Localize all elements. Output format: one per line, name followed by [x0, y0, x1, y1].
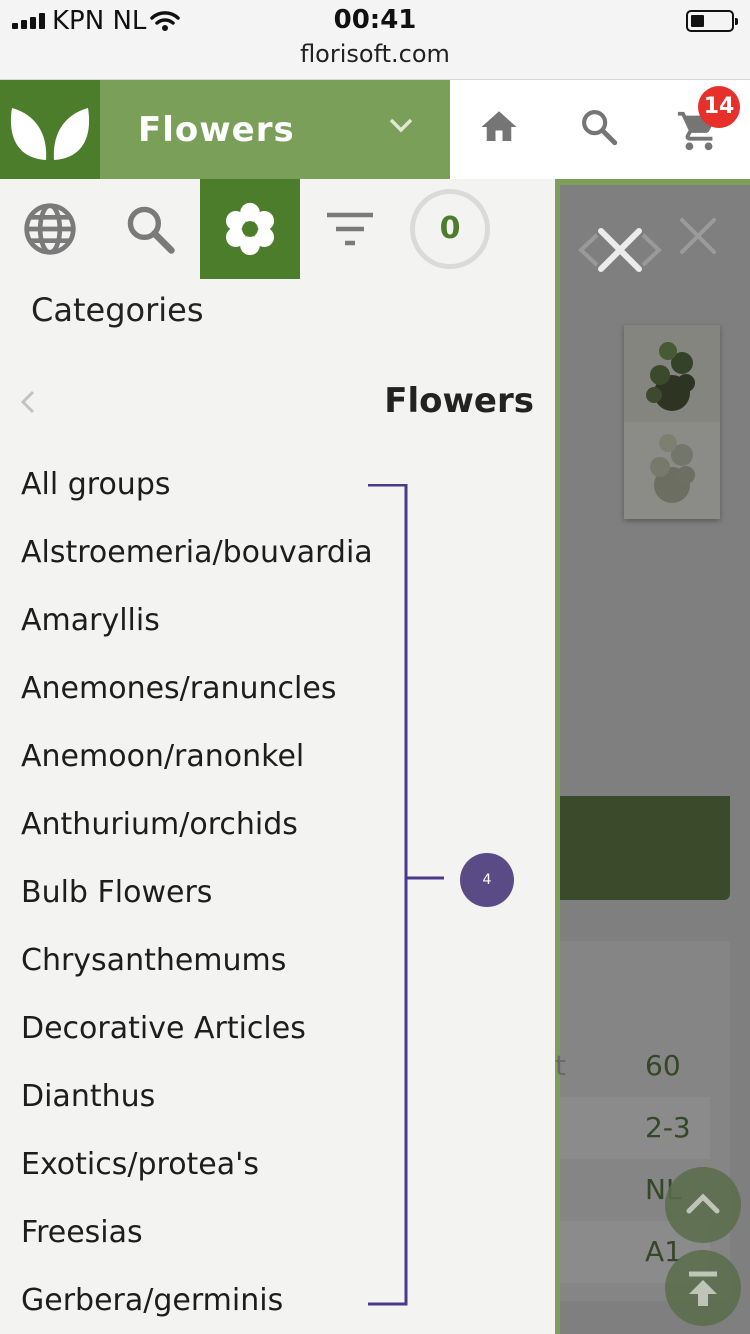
- status-bar: KPN NL 00:41 florisoft.com: [0, 0, 750, 80]
- category-dropdown[interactable]: Flowers: [100, 80, 450, 179]
- app-header: Flowers: [0, 80, 750, 179]
- chevron-down-icon: [389, 118, 413, 133]
- category-item[interactable]: Amaryllis: [21, 587, 373, 655]
- annotation-badge: 4: [460, 853, 514, 907]
- category-item[interactable]: Freesias: [21, 1199, 373, 1267]
- detail-value: 60: [645, 1049, 681, 1082]
- close-icon[interactable]: [678, 216, 718, 256]
- detail-value: 2-3: [645, 1111, 691, 1144]
- selection-count-button[interactable]: 0: [410, 189, 490, 269]
- close-icon[interactable]: [575, 209, 665, 289]
- flower-icon: [225, 202, 275, 256]
- chevron-up-icon: [686, 1193, 720, 1214]
- logo[interactable]: [0, 80, 100, 179]
- category-list: All groups Alstroemeria/bouvardia Amaryl…: [21, 451, 373, 1334]
- scroll-to-top-button[interactable]: [665, 1250, 741, 1326]
- add-to-cart-button[interactable]: [560, 796, 730, 900]
- product-thumbnail[interactable]: [624, 325, 720, 519]
- arrow-to-top-icon: [689, 1271, 717, 1306]
- category-item[interactable]: Anemones/ranuncles: [21, 655, 373, 723]
- chevron-left-icon[interactable]: [18, 389, 38, 415]
- category-item[interactable]: Decorative Articles: [21, 995, 373, 1063]
- home-icon[interactable]: [478, 106, 520, 148]
- search-icon[interactable]: [578, 106, 620, 148]
- screen: KPN NL 00:41 florisoft.com Flowers 14 t …: [0, 0, 750, 1334]
- search-icon: [127, 206, 175, 254]
- battery-icon: [686, 10, 738, 32]
- categories-tool-button[interactable]: [200, 179, 300, 279]
- filter-tool-button[interactable]: [300, 179, 400, 279]
- category-item[interactable]: Alstroemeria/bouvardia: [21, 519, 373, 587]
- category-drawer: 0 Categories Flowers All groups Alstroem…: [0, 179, 555, 1334]
- filter-icon: [327, 212, 373, 246]
- category-item[interactable]: Exotics/protea's: [21, 1131, 373, 1199]
- current-category-title: Flowers: [384, 381, 534, 421]
- language-button[interactable]: [0, 179, 100, 279]
- category-item[interactable]: Dianthus: [21, 1063, 373, 1131]
- category-item[interactable]: Gerbera/germinis: [21, 1267, 373, 1334]
- category-item[interactable]: Anthurium/orchids: [21, 791, 373, 859]
- overlay-backdrop[interactable]: t 60 2-3 NL A1: [555, 179, 750, 1334]
- scroll-up-button[interactable]: [665, 1167, 741, 1243]
- plant-image: [624, 325, 720, 503]
- clock: 00:41: [333, 5, 417, 35]
- category-item[interactable]: Chrysanthemums: [21, 927, 373, 995]
- search-tool-button[interactable]: [100, 179, 200, 279]
- category-dropdown-label: Flowers: [138, 110, 295, 150]
- globe-icon: [24, 203, 76, 255]
- drawer-heading: Categories: [31, 291, 204, 329]
- url-bar[interactable]: florisoft.com: [0, 40, 750, 68]
- category-item[interactable]: All groups: [21, 451, 373, 519]
- category-item[interactable]: Anemoon/ranonkel: [21, 723, 373, 791]
- annotation-bracket: [368, 484, 444, 1306]
- leaf-logo-icon: [10, 108, 90, 160]
- category-item[interactable]: Bulb Flowers: [21, 859, 373, 927]
- cart-count-badge: 14: [698, 86, 740, 128]
